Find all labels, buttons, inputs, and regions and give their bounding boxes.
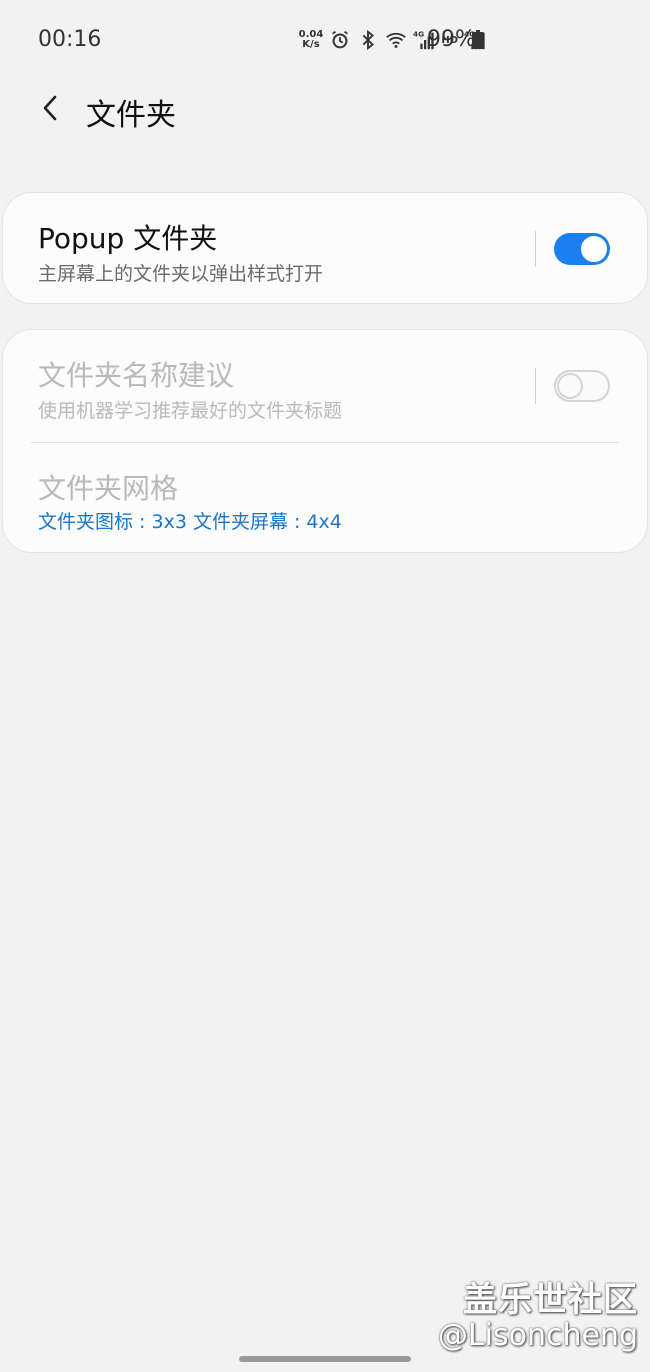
watermark-author: @Lisoncheng [437, 1318, 638, 1353]
folder-grid-subtitle: 文件夹图标 : 3x3 文件夹屏幕 : 4x4 [38, 511, 342, 533]
alarm-icon [329, 29, 351, 51]
folder-name-suggestion-toggle[interactable] [554, 370, 610, 402]
row-divider [535, 368, 536, 404]
popup-folder-row[interactable]: Popup 文件夹 主屏幕上的文件夹以弹出样式打开 [3, 193, 647, 305]
back-button[interactable] [30, 86, 70, 130]
toggle-knob [557, 373, 583, 399]
home-indicator[interactable] [239, 1356, 411, 1362]
folder-name-suggestion-row[interactable]: 文件夹名称建议 使用机器学习推荐最好的文件夹标题 [3, 330, 647, 442]
row-divider [535, 231, 536, 267]
folder-name-suggestion-subtitle: 使用机器学习推荐最好的文件夹标题 [38, 400, 343, 422]
svg-text:4G: 4G [413, 29, 424, 38]
popup-folder-title: Popup 文件夹 [38, 222, 218, 255]
wifi-icon [385, 29, 407, 51]
toggle-knob [579, 234, 609, 264]
folder-name-suggestion-title: 文件夹名称建议 [38, 359, 235, 392]
net-speed-indicator: 0.04 K/s [299, 30, 324, 50]
folder-options-card: 文件夹名称建议 使用机器学习推荐最好的文件夹标题 文件夹网格 文件夹图标 : 3… [2, 329, 648, 553]
battery-percent: 99% [427, 27, 476, 52]
page-title: 文件夹 [86, 98, 176, 133]
popup-folder-subtitle: 主屏幕上的文件夹以弹出样式打开 [38, 263, 324, 285]
watermark-community: 盖乐世社区 [463, 1280, 638, 1320]
folder-grid-row[interactable]: 文件夹网格 文件夹图标 : 3x3 文件夹屏幕 : 4x4 [3, 443, 647, 553]
popup-folder-toggle[interactable] [554, 233, 610, 265]
folder-grid-title: 文件夹网格 [38, 472, 179, 505]
bluetooth-icon [357, 29, 379, 51]
status-bar: 00:16 0.04 K/s 4G HD 4G 99% [0, 0, 650, 80]
status-time: 00:16 [38, 27, 102, 52]
net-speed-unit: K/s [302, 39, 320, 50]
app-header: 文件夹 [0, 80, 650, 140]
chevron-left-icon [43, 95, 57, 121]
popup-folder-card: Popup 文件夹 主屏幕上的文件夹以弹出样式打开 [2, 192, 648, 304]
battery-icon [472, 30, 484, 49]
